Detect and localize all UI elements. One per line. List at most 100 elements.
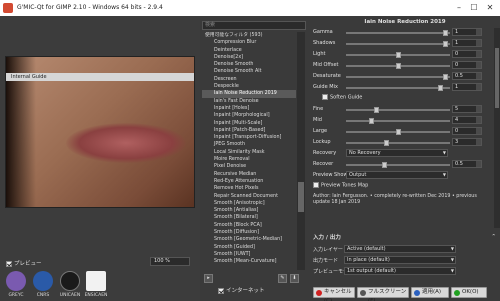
slider-handle[interactable]: [443, 74, 448, 80]
slider-handle[interactable]: [443, 30, 448, 36]
apply-button[interactable]: 適用(A): [411, 287, 449, 298]
spin-arrows-icon[interactable]: [476, 51, 481, 57]
filter-scrollbar[interactable]: [297, 32, 305, 270]
preview-mode-select[interactable]: 1st output (default) ▼: [344, 267, 456, 275]
param-slider[interactable]: [346, 32, 450, 34]
param-spinbox[interactable]: 3: [452, 138, 482, 146]
filter-item[interactable]: Inpaint [Multi-Scale]: [202, 120, 296, 127]
close-icon[interactable]: ✕: [483, 2, 497, 14]
params-scrollbar[interactable]: [494, 28, 500, 228]
param-slider[interactable]: [346, 109, 450, 111]
filter-item[interactable]: Smooth [Block PCA]: [202, 222, 296, 229]
spin-arrows-icon[interactable]: [476, 40, 481, 46]
filter-item[interactable]: Compression Blur: [202, 39, 296, 46]
filter-item[interactable]: Smooth [Geometric-Median]: [202, 236, 296, 243]
filter-item[interactable]: Smooth [Diffusion]: [202, 229, 296, 236]
filter-item[interactable]: Smooth [Guided]: [202, 244, 296, 251]
spin-arrows-icon[interactable]: [476, 128, 481, 134]
param-checkbox[interactable]: Soften Guide: [322, 94, 362, 101]
slider-handle[interactable]: [396, 63, 401, 69]
internet-checkbox[interactable]: インターネット: [218, 286, 265, 294]
slider-handle[interactable]: [438, 85, 443, 91]
param-slider[interactable]: [346, 164, 450, 166]
scroll-thumb[interactable]: [495, 48, 499, 108]
param-slider[interactable]: [346, 43, 450, 45]
checkbox-icon[interactable]: [322, 94, 328, 100]
slider-handle[interactable]: [374, 107, 379, 113]
filter-item[interactable]: Red-Eye Attenuation: [202, 178, 296, 185]
slider-handle[interactable]: [396, 129, 401, 135]
param-select[interactable]: Output ▼: [346, 171, 448, 179]
filter-item[interactable]: Smooth [Mean-Curvature]: [202, 258, 296, 265]
filter-item[interactable]: Local Similarity Mask: [202, 149, 296, 156]
edit-icon[interactable]: ✎: [278, 274, 287, 283]
scroll-thumb[interactable]: [298, 182, 304, 212]
collapse-icon[interactable]: ⌃: [491, 234, 496, 240]
param-spinbox[interactable]: 0: [452, 127, 482, 135]
param-select[interactable]: No Recovery ▼: [346, 149, 448, 157]
filter-item[interactable]: Despeckle: [202, 83, 296, 90]
spin-arrows-icon[interactable]: [476, 161, 481, 167]
download-icon[interactable]: ⬇: [290, 274, 299, 283]
param-spinbox[interactable]: 0: [452, 50, 482, 58]
filter-item[interactable]: Denoise Smooth: [202, 61, 296, 68]
output-mode-select[interactable]: In place (default) ▼: [344, 256, 456, 264]
param-spinbox[interactable]: 0.5: [452, 160, 482, 168]
filter-item[interactable]: Smooth [Bilateral]: [202, 214, 296, 221]
param-slider[interactable]: [346, 120, 450, 122]
filter-item[interactable]: Inpaint [Holes]: [202, 105, 296, 112]
slider-handle[interactable]: [396, 52, 401, 58]
slider-handle[interactable]: [369, 118, 374, 124]
spin-arrows-icon[interactable]: [476, 62, 481, 68]
spin-arrows-icon[interactable]: [476, 106, 481, 112]
spin-arrows-icon[interactable]: [476, 73, 481, 79]
preview-image[interactable]: Internal Guide: [5, 56, 195, 208]
param-slider[interactable]: [346, 87, 450, 89]
filter-item[interactable]: Deinterlace: [202, 47, 296, 54]
filter-item[interactable]: Repair Scanned Document: [202, 193, 296, 200]
filter-item[interactable]: Inpaint [Transport-Diffusion]: [202, 134, 296, 141]
minimize-icon[interactable]: –: [452, 2, 466, 14]
slider-handle[interactable]: [382, 162, 387, 168]
cancel-button[interactable]: キャンセル(C): [313, 287, 355, 301]
slider-handle[interactable]: [443, 41, 448, 47]
param-slider[interactable]: [346, 76, 450, 78]
param-spinbox[interactable]: 0.5: [452, 72, 482, 80]
filter-item[interactable]: Inpaint [Morphological]: [202, 112, 296, 119]
filter-item[interactable]: Recursive Median: [202, 171, 296, 178]
spin-arrows-icon[interactable]: [476, 84, 481, 90]
param-spinbox[interactable]: 1: [452, 83, 482, 91]
spin-arrows-icon[interactable]: [476, 29, 481, 35]
preview-checkbox[interactable]: プレビュー: [6, 259, 42, 267]
filter-item[interactable]: Iain's Fast Denoise: [202, 98, 296, 105]
checkbox-icon[interactable]: [313, 182, 319, 188]
filter-item[interactable]: Smooth [Antialias]: [202, 207, 296, 214]
param-spinbox[interactable]: 5: [452, 105, 482, 113]
filter-item[interactable]: Iain Noise Reduction 2019: [202, 90, 296, 98]
search-input[interactable]: 検索: [202, 21, 306, 30]
checkbox-icon[interactable]: [6, 260, 12, 267]
checkbox-icon[interactable]: [218, 287, 224, 294]
ok-button[interactable]: OK(O): [451, 287, 487, 298]
filter-item[interactable]: Smooth [IUWT]: [202, 251, 296, 258]
filter-item[interactable]: Denoise Smooth Alt: [202, 68, 296, 75]
filter-item[interactable]: Remove Hot Pixels: [202, 185, 296, 192]
spin-arrows-icon[interactable]: [476, 139, 481, 145]
filter-category[interactable]: 使用可能なフィルタ (593): [202, 32, 296, 39]
param-slider[interactable]: [346, 142, 450, 144]
zoom-input[interactable]: 100 %: [150, 257, 190, 266]
filter-item[interactable]: Denoise[2x]: [202, 54, 296, 61]
param-spinbox[interactable]: 4: [452, 116, 482, 124]
slider-handle[interactable]: [384, 140, 389, 146]
maximize-icon[interactable]: ☐: [467, 2, 481, 14]
filter-item[interactable]: JPEG Smooth: [202, 141, 296, 148]
filter-item[interactable]: Smooth [Anisotropic]: [202, 200, 296, 207]
filter-item[interactable]: Moire Removal: [202, 156, 296, 163]
param-checkbox[interactable]: Preview Tones Map: [313, 182, 368, 189]
param-spinbox[interactable]: 0: [452, 61, 482, 69]
param-spinbox[interactable]: 1: [452, 39, 482, 47]
filter-item[interactable]: Descreen: [202, 76, 296, 83]
param-spinbox[interactable]: 1: [452, 28, 482, 36]
filter-item[interactable]: Inpaint [Patch-Based]: [202, 127, 296, 134]
spin-arrows-icon[interactable]: [476, 117, 481, 123]
